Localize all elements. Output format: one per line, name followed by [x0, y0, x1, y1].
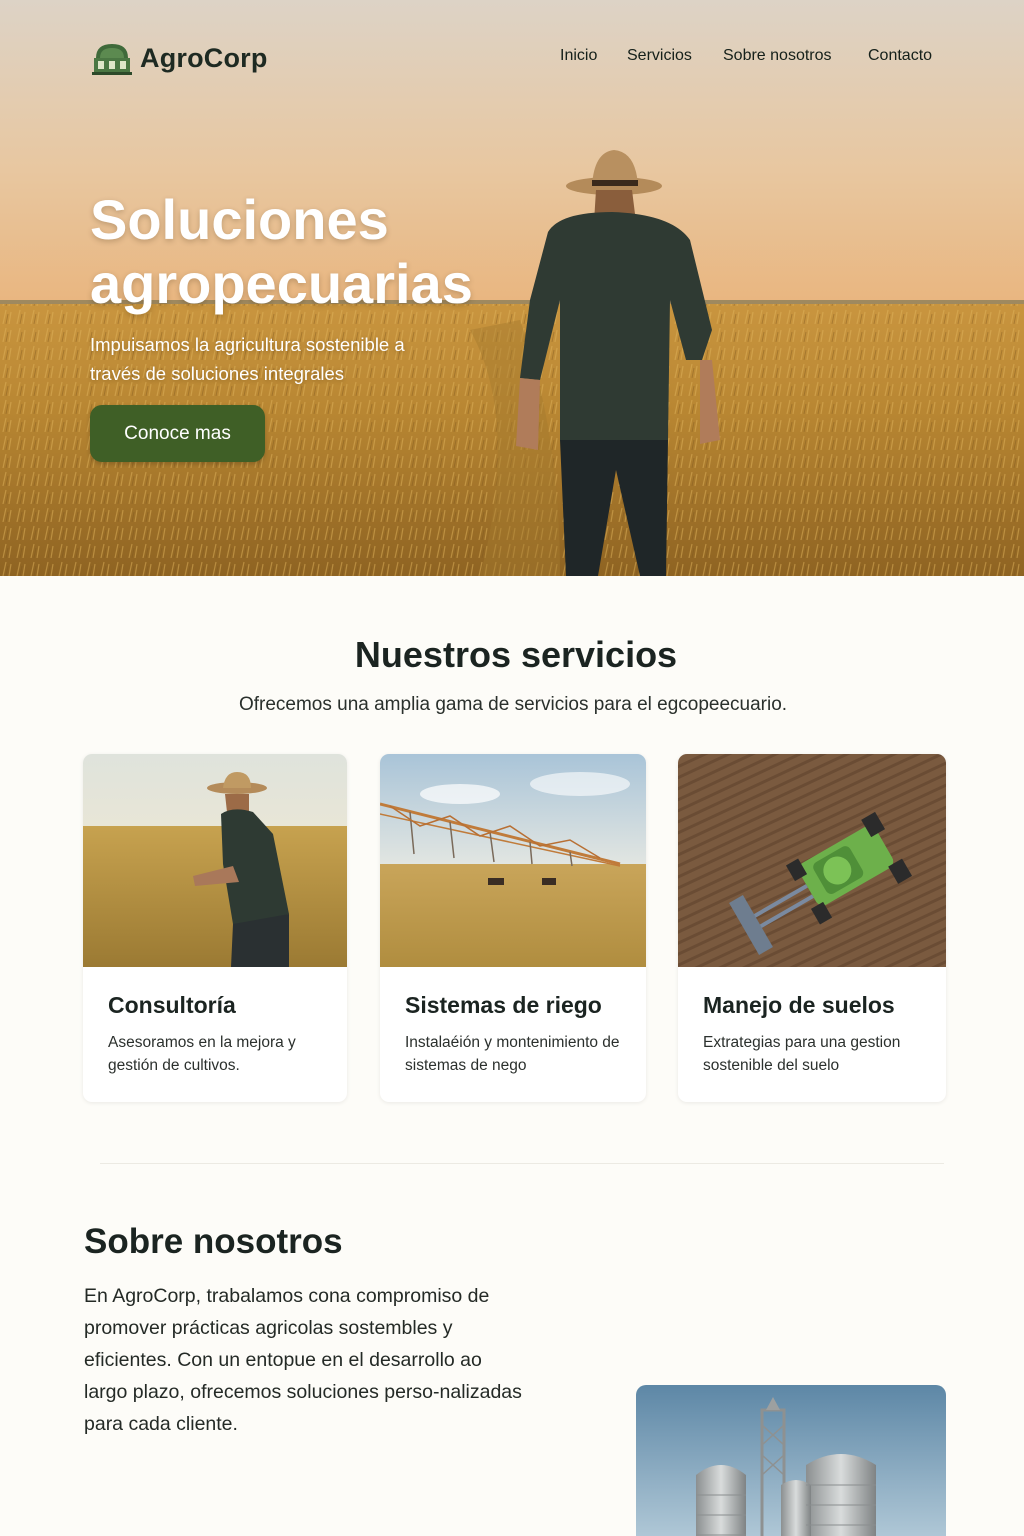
about-text: En AgroCorp, trabalamos cona compromiso …: [84, 1285, 522, 1435]
card-title: Sistemas de riego: [405, 992, 602, 1018]
cta-button[interactable]: Conoce mas: [90, 405, 265, 462]
nav-item-sobre-nosotros[interactable]: Sobre nosotros: [723, 47, 832, 65]
card-title: Consultoría: [108, 992, 236, 1018]
consultoria-image: [83, 754, 347, 967]
card-title: Manejo de suelos: [703, 992, 895, 1018]
service-card-consultoria[interactable]: Consultoría Asesoramos en la mejora y ge…: [83, 754, 347, 1102]
irrigation-image: [380, 754, 646, 967]
nav-item-contacto[interactable]: Contacto: [868, 47, 932, 65]
hero-section: AgroCorp Inicio Servicios Sobre nosotros…: [0, 0, 1024, 576]
service-card-manejo-de-suelos[interactable]: Manejo de suelos Extrategias para una ge…: [678, 754, 946, 1102]
nav-item-servicios[interactable]: Servicios: [627, 47, 692, 65]
card-text: Extrategias para una gestion sostenible …: [703, 1034, 901, 1074]
silos-image: [636, 1385, 946, 1536]
services-subtitle: Ofrecemos una amplia gama de servicios p…: [238, 694, 788, 715]
services-title: Nuestros servicios: [354, 634, 678, 675]
hero-title: Soluciones agropecuarias: [90, 188, 473, 315]
main-nav: Inicio Servicios Sobre nosotros Contacto: [0, 47, 1024, 71]
section-divider: [100, 1163, 944, 1164]
card-text: Instalaéión y montenimiento de sistemas …: [405, 1034, 620, 1074]
hero-subtitle: Impuisamos la agricultura sostenible a t…: [90, 334, 405, 384]
nav-item-inicio[interactable]: Inicio: [560, 47, 597, 65]
soil-tractor-image: [678, 754, 946, 967]
about-title: Sobre nosotros: [84, 1222, 343, 1261]
service-card-sistemas-de-riego[interactable]: Sistemas de riego Instalaéión y montenim…: [380, 754, 646, 1102]
card-text: Asesoramos en la mejora y gestión de cul…: [108, 1034, 296, 1074]
